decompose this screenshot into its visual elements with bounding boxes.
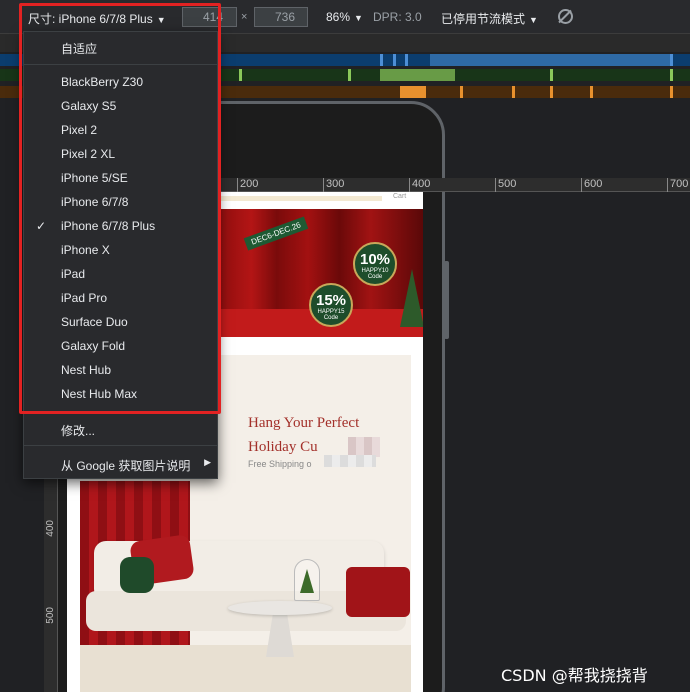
- mosaic-blur: [348, 437, 380, 457]
- ruler-label: 200: [240, 178, 259, 190]
- blanket-image: [346, 567, 410, 617]
- highlight-annotation-box: [19, 3, 221, 414]
- dpr-dropdown[interactable]: DPR: 3.0: [373, 10, 422, 24]
- mini-tree-icon: [300, 569, 314, 593]
- media-query-marker[interactable]: [670, 54, 673, 66]
- ruler-label: 700: [670, 178, 689, 190]
- discount-badge: 15% HAPPY15 Code: [309, 283, 353, 327]
- media-query-range[interactable]: [380, 69, 455, 81]
- chevron-right-icon: ▶: [204, 457, 211, 467]
- product-title: Hang Your Perfect Holiday Cu: [248, 411, 408, 459]
- menu-divider: [24, 445, 217, 446]
- pillow-image: [120, 557, 154, 593]
- media-query-marker[interactable]: [380, 54, 383, 66]
- media-query-marker[interactable]: [550, 69, 553, 81]
- promo-banner[interactable]: DEC6-DEC.26 10% HAPPY10 Code 15% HAPPY15…: [214, 209, 423, 337]
- chevron-down-icon: ▼: [529, 15, 538, 25]
- zoom-label: 86%: [326, 10, 351, 24]
- product-subtitle: Free Shipping o: [248, 459, 312, 469]
- media-query-marker[interactable]: [393, 54, 396, 66]
- menu-item-label: 从 Google 获取图片说明: [61, 459, 191, 473]
- media-query-range[interactable]: [430, 54, 670, 66]
- ruler-label: 400: [45, 520, 56, 537]
- menu-item-label: 修改...: [61, 424, 96, 438]
- media-query-range[interactable]: [400, 86, 426, 98]
- devtools-device-mode: 尺寸: iPhone 6/7/8 Plus ▼ 414 × 736 86% ▼ DP…: [0, 0, 690, 692]
- christmas-tree-icon: [400, 269, 423, 327]
- menu-item-google-image-descriptions[interactable]: 从 Google 获取图片说明 ▶: [24, 452, 217, 476]
- announcement-bar: [216, 196, 382, 201]
- media-query-marker[interactable]: [670, 69, 673, 81]
- ruler-top: 200 300 400 500 600 700: [215, 178, 690, 192]
- ruler-label: 400: [412, 178, 431, 190]
- media-query-marker[interactable]: [670, 86, 673, 98]
- media-query-marker[interactable]: [460, 86, 463, 98]
- media-query-marker[interactable]: [239, 69, 242, 81]
- height-input[interactable]: 736: [254, 7, 308, 27]
- menu-item-edit[interactable]: 修改...: [24, 417, 217, 441]
- media-query-marker[interactable]: [348, 69, 351, 81]
- phone-side-button: [444, 261, 449, 339]
- media-query-marker[interactable]: [590, 86, 593, 98]
- zoom-dropdown[interactable]: 86% ▼: [326, 10, 363, 24]
- ruler-label: 600: [584, 178, 603, 190]
- watermark: CSDN @帮我挠挠背: [501, 666, 648, 685]
- badge-amount: 15%: [315, 292, 347, 309]
- coffee-table-image: [228, 601, 332, 615]
- date-tag: DEC6-DEC.26: [243, 216, 309, 251]
- ruler-label: 500: [498, 178, 517, 190]
- chevron-down-icon: ▼: [354, 13, 363, 23]
- ruler-label: 300: [326, 178, 345, 190]
- mosaic-blur: [324, 455, 376, 467]
- media-query-marker[interactable]: [512, 86, 515, 98]
- throttle-dropdown[interactable]: 已停用节流模式 ▼: [441, 10, 538, 27]
- badge-code: HAPPY10 Code: [361, 268, 389, 280]
- cart-link[interactable]: Cart: [393, 193, 406, 200]
- product-title-line: Hang Your Perfect: [248, 415, 360, 431]
- media-query-marker[interactable]: [550, 86, 553, 98]
- rug-image: [80, 645, 411, 692]
- rotate-icon[interactable]: [558, 9, 573, 24]
- dimension-separator: ×: [241, 11, 248, 23]
- ruler-label: 500: [45, 607, 56, 624]
- discount-badge: 10% HAPPY10 Code: [353, 242, 397, 286]
- badge-code: HAPPY15 Code: [317, 309, 345, 321]
- throttle-label: 已停用节流模式: [441, 12, 526, 26]
- media-query-marker[interactable]: [405, 54, 408, 66]
- badge-amount: 10%: [359, 251, 391, 268]
